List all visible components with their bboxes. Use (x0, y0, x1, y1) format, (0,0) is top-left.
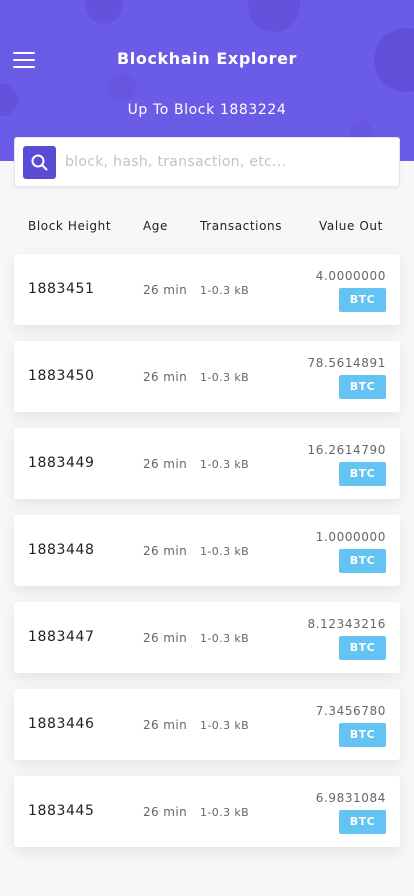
latest-block-subtitle: Up To Block 1883224 (127, 102, 287, 118)
search-icon (31, 154, 48, 171)
block-age: 26 min (143, 283, 188, 297)
block-value-out: 78.5614891 (307, 356, 386, 370)
currency-badge: BTC (339, 810, 386, 834)
block-list: 1883451 26 min 1-0.3 kB 4.0000000 BTC 18… (14, 254, 400, 863)
currency-badge: BTC (339, 375, 386, 399)
block-height: 1883450 (28, 368, 95, 384)
currency-badge: BTC (339, 462, 386, 486)
block-height: 1883447 (28, 629, 95, 645)
block-transactions: 1-0.3 kB (200, 719, 250, 732)
block-row[interactable]: 1883451 26 min 1-0.3 kB 4.0000000 BTC (14, 254, 400, 325)
decorative-bubble (86, 0, 122, 24)
block-age: 26 min (143, 718, 188, 732)
block-transactions: 1-0.3 kB (200, 806, 250, 819)
currency-badge: BTC (339, 549, 386, 573)
page-title: Blockhain Explorer (116, 49, 298, 68)
block-row[interactable]: 1883445 26 min 1-0.3 kB 6.9831084 BTC (14, 776, 400, 847)
block-value-out: 16.2614790 (307, 443, 386, 457)
block-age: 26 min (143, 631, 188, 645)
currency-badge: BTC (339, 723, 386, 747)
block-row[interactable]: 1883449 26 min 1-0.3 kB 16.2614790 BTC (14, 428, 400, 499)
block-row[interactable]: 1883448 26 min 1-0.3 kB 1.0000000 BTC (14, 515, 400, 586)
column-header-block-height: Block Height (28, 219, 112, 233)
search-input[interactable] (65, 147, 385, 177)
block-value-out: 4.0000000 (315, 269, 386, 283)
block-height: 1883448 (28, 542, 95, 558)
block-height: 1883449 (28, 455, 95, 471)
block-age: 26 min (143, 370, 188, 384)
block-age: 26 min (143, 457, 188, 471)
search-button[interactable] (23, 146, 56, 179)
block-transactions: 1-0.3 kB (200, 284, 250, 297)
block-height: 1883446 (28, 716, 95, 732)
block-row[interactable]: 1883446 26 min 1-0.3 kB 7.3456780 BTC (14, 689, 400, 760)
block-transactions: 1-0.3 kB (200, 545, 250, 558)
block-transactions: 1-0.3 kB (200, 458, 250, 471)
decorative-bubble (108, 73, 136, 101)
currency-badge: BTC (339, 636, 386, 660)
block-row[interactable]: 1883447 26 min 1-0.3 kB 8.12343216 BTC (14, 602, 400, 673)
column-header-age: Age (143, 219, 169, 233)
block-age: 26 min (143, 544, 188, 558)
column-header-transactions: Transactions (200, 219, 283, 233)
block-transactions: 1-0.3 kB (200, 632, 250, 645)
block-value-out: 7.3456780 (315, 704, 386, 718)
currency-badge: BTC (339, 288, 386, 312)
decorative-bubble (248, 0, 300, 32)
search-bar (14, 137, 400, 187)
block-value-out: 8.12343216 (307, 617, 386, 631)
block-value-out: 1.0000000 (315, 530, 386, 544)
column-header-value-out: Value Out (319, 219, 383, 233)
block-transactions: 1-0.3 kB (200, 371, 250, 384)
block-age: 26 min (143, 805, 188, 819)
block-value-out: 6.9831084 (315, 791, 386, 805)
block-row[interactable]: 1883450 26 min 1-0.3 kB 78.5614891 BTC (14, 341, 400, 412)
block-height: 1883445 (28, 803, 95, 819)
block-height: 1883451 (28, 281, 95, 297)
